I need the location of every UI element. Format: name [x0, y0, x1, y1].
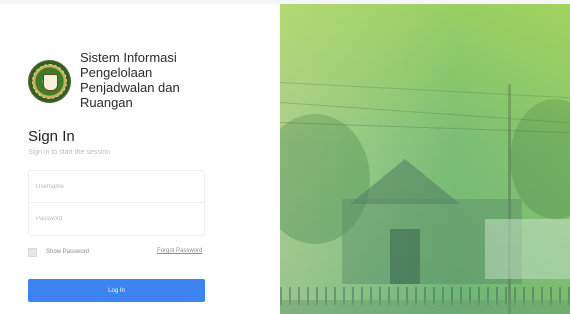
hero-image: [280, 4, 570, 314]
hero-gradient-overlay: [280, 4, 570, 314]
signin-subtitle: Sign in to start the session: [28, 149, 111, 156]
app-title: Sistem Informasi Pengelolaan Penjadwalan…: [80, 50, 220, 110]
show-password-label: Show Password: [46, 249, 90, 255]
show-password-toggle[interactable]: Show Password: [28, 247, 89, 257]
brand-header: Sistem Informasi Pengelolaan Penjadwalan…: [28, 50, 268, 120]
forgot-password-link[interactable]: Forgot Password: [157, 248, 202, 254]
password-field-container: [28, 203, 205, 236]
institution-logo-icon: [28, 60, 71, 103]
login-button[interactable]: Log In: [28, 279, 205, 302]
username-field-container: [28, 170, 205, 203]
app-title-line: Pengelolaan: [80, 65, 153, 80]
signin-heading: Sign In: [28, 128, 75, 145]
app-title-line: Ruangan: [80, 95, 133, 110]
app-title-line: Sistem Informasi: [80, 50, 177, 65]
logo-shield: [43, 74, 58, 91]
username-input[interactable]: [29, 171, 204, 202]
password-input[interactable]: [29, 203, 204, 235]
show-password-checkbox[interactable]: [28, 247, 37, 257]
app-title-line: Penjadwalan dan: [80, 80, 180, 95]
